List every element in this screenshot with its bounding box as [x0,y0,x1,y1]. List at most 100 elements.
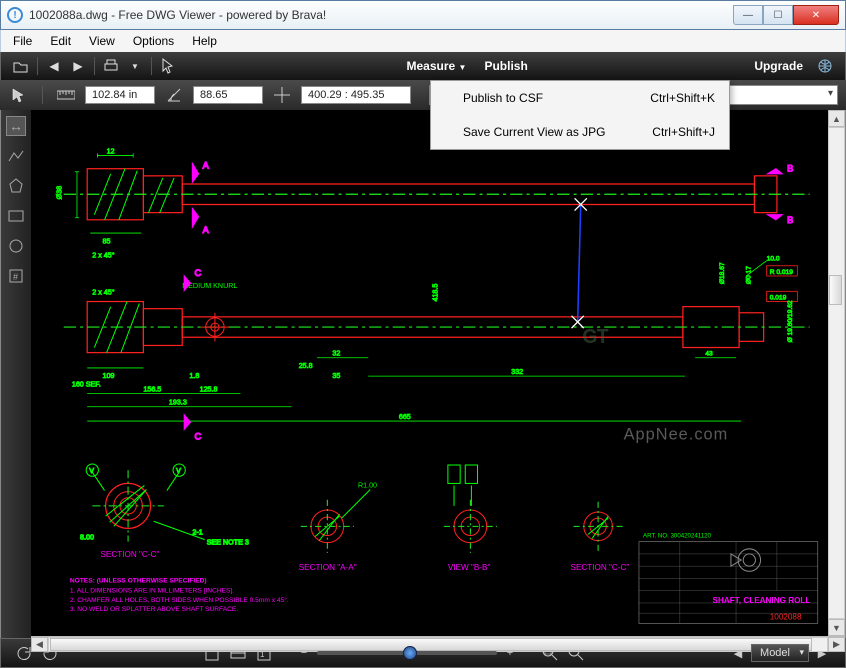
print-icon[interactable] [101,57,121,75]
circle-tool-icon[interactable] [6,236,26,256]
svg-text:A: A [203,225,210,235]
svg-text:43: 43 [705,351,713,358]
menu-edit[interactable]: Edit [42,32,79,50]
svg-text:#: # [13,272,18,282]
menu-view[interactable]: View [81,32,123,50]
svg-text:2-1: 2-1 [192,528,202,536]
horizontal-scrollbar[interactable]: ◀ ▶ [31,636,845,652]
titlebar: ! 1002088a.dwg - Free DWG Viewer - power… [0,0,846,30]
cursor-tool-icon[interactable] [8,85,30,105]
svg-text:1002088: 1002088 [770,612,802,621]
svg-text:109: 109 [103,372,115,380]
svg-text:B: B [787,215,793,225]
svg-text:SHAFT, CLEANING ROLL: SHAFT, CLEANING ROLL [713,596,811,605]
crosshair-icon[interactable] [271,85,293,105]
minimize-button[interactable]: — [733,5,763,25]
svg-text:ART. NO. 300420241120: ART. NO. 300420241120 [643,533,711,540]
pointer-icon[interactable] [158,57,178,75]
svg-text:V: V [176,467,181,475]
svg-text:2. CHAMFER ALL HOLES, BOTH SI: 2. CHAMFER ALL HOLES, BOTH SIDES WHEN PO… [70,596,289,604]
svg-text:C: C [194,431,201,441]
svg-text:25.8: 25.8 [299,362,313,370]
svg-text:125.8: 125.8 [200,385,218,393]
publish-dropdown: Publish to CSF Ctrl+Shift+K Save Current… [430,80,730,150]
drawing-canvas[interactable]: 12 Ø38 85 2 x 45° A A B [31,110,828,636]
svg-text:156.5: 156.5 [143,385,161,393]
count-tool-icon[interactable]: # [6,266,26,286]
svg-text:SEE NOTE 3: SEE NOTE 3 [207,539,249,547]
main-toolbar: ◀ ▶ ▼ Measure ▼ Publish Upgrade [0,52,846,80]
menuitem-shortcut: Ctrl+Shift+K [650,91,715,105]
svg-text:V: V [89,467,94,475]
svg-text:160 SEF.: 160 SEF. [72,380,101,388]
svg-text:32: 32 [332,350,340,358]
svg-text:R 0.019: R 0.019 [770,269,794,276]
svg-text:1.8: 1.8 [189,372,199,380]
globe-icon[interactable] [815,57,835,75]
zoom-knob-icon[interactable] [403,646,417,660]
angle-icon[interactable] [163,85,185,105]
svg-text:332: 332 [511,368,523,376]
svg-text:2 x 45°: 2 x 45° [92,252,114,260]
svg-text:SECTION "A-A": SECTION "A-A" [299,563,357,572]
svg-text:1. ALL DIMENSIONS ARE IN MILL: 1. ALL DIMENSIONS ARE IN MILLIMETERS [IN… [70,588,234,595]
svg-text:NOTES: (UNLESS OTHERWISE SPECI: NOTES: (UNLESS OTHERWISE SPECIFIED) [70,578,207,585]
menuitem-label: Save Current View as JPG [463,125,606,139]
scroll-down-icon[interactable]: ▼ [828,619,845,636]
open-icon[interactable] [11,57,31,75]
menu-help[interactable]: Help [184,32,225,50]
publish-to-csf-item[interactable]: Publish to CSF Ctrl+Shift+K [431,81,729,115]
svg-text:665: 665 [399,413,411,421]
menu-options[interactable]: Options [125,32,182,50]
menuitem-label: Publish to CSF [463,91,543,105]
nav-forward-icon[interactable]: ▶ [68,57,88,75]
svg-text:0.019: 0.019 [770,294,787,301]
svg-text:85: 85 [103,237,111,245]
save-view-jpg-item[interactable]: Save Current View as JPG Ctrl+Shift+J [431,115,729,149]
svg-text:418.5: 418.5 [432,284,440,302]
vertical-scrollbar[interactable]: ▲ ▼ [828,110,845,636]
svg-text:SECTION "C-C": SECTION "C-C" [100,550,159,559]
publish-menu[interactable]: Publish [484,59,527,73]
polygon-tool-icon[interactable] [6,176,26,196]
angle-readout[interactable]: 88.65 [193,86,263,104]
svg-text:10.0: 10.0 [767,256,780,263]
svg-text:193.3: 193.3 [169,399,187,407]
svg-text:Ø 19.60/19.62: Ø 19.60/19.62 [787,300,794,342]
measure-menu[interactable]: Measure ▼ [407,59,467,73]
scroll-left-icon[interactable]: ◀ [31,637,48,652]
menu-file[interactable]: File [5,32,40,50]
svg-text:2 x 45°: 2 x 45° [92,288,114,296]
svg-text:VIEW "B-B": VIEW "B-B" [448,563,491,572]
dimension-readout[interactable]: 102.84 in [85,86,155,104]
nav-back-icon[interactable]: ◀ [44,57,64,75]
svg-text:12: 12 [107,147,115,155]
svg-text:GT: GT [583,325,609,346]
ruler-icon[interactable] [55,85,77,105]
svg-text:Ø38: Ø38 [56,186,64,200]
layout-selector[interactable]: Model [751,644,809,662]
upgrade-button[interactable]: Upgrade [754,59,803,73]
close-button[interactable]: ✕ [793,5,839,25]
maximize-button[interactable]: ☐ [763,5,793,25]
scroll-right-icon[interactable]: ▶ [828,637,845,652]
rect-tool-icon[interactable] [6,206,26,226]
print-dropdown-icon[interactable]: ▼ [125,57,145,75]
svg-text:35: 35 [332,372,340,380]
polyline-tool-icon[interactable] [6,146,26,166]
svg-text:SECTION "C-C": SECTION "C-C" [571,563,630,572]
left-toolbar: ↔ # [1,110,31,638]
svg-text:Ø18.67: Ø18.67 [719,262,726,284]
svg-text:A: A [203,161,210,171]
svg-text:C: C [194,268,201,278]
scroll-up-icon[interactable]: ▲ [828,110,845,127]
menu-bar: File Edit View Options Help [0,30,846,52]
svg-text:R1.00: R1.00 [358,481,377,489]
menuitem-shortcut: Ctrl+Shift+J [652,125,715,139]
svg-text:AppNee.com: AppNee.com [624,425,729,443]
app-icon: ! [7,7,23,23]
svg-text:Ø0 17: Ø0 17 [745,266,752,284]
measure-tool-icon[interactable]: ↔ [6,116,26,136]
coords-readout[interactable]: 400.29 : 495.35 [301,86,411,104]
zoom-slider[interactable] [317,651,497,655]
